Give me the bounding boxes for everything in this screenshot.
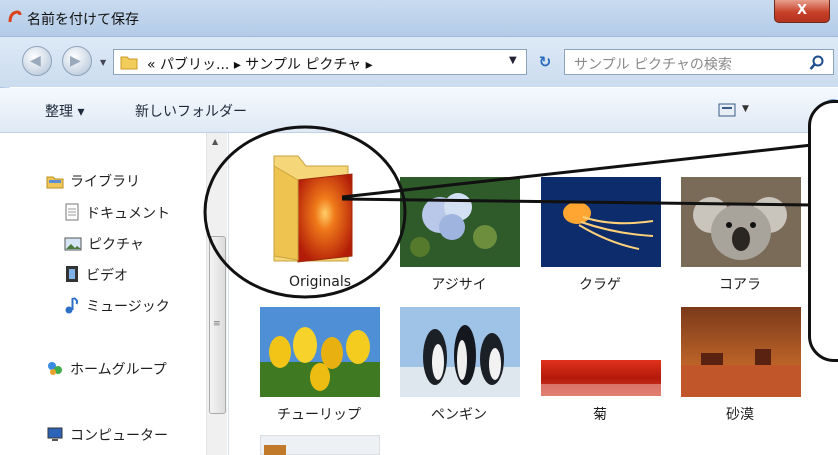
callout-box [808, 100, 838, 362]
callout-annotation [203, 125, 813, 299]
